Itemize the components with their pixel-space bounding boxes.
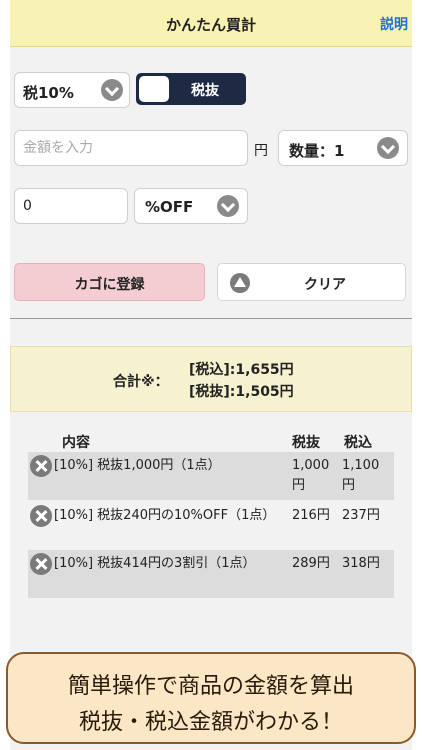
divider xyxy=(10,318,412,319)
delete-icon[interactable] xyxy=(30,455,52,477)
total-box: 合計※： [税込]:1,655円 [税抜]:1,505円 xyxy=(10,346,412,412)
calculator-app: かんたん買計 説明 税10% 税抜 円 数量：1 %OFF カゴに登録 クリア … xyxy=(10,0,412,750)
discount-type-value: %OFF xyxy=(145,198,194,216)
item-name: [10%] 税抜240円の10%OFF（1点） xyxy=(54,508,276,523)
clear-button-label: クリア xyxy=(304,277,346,293)
discount-input[interactable] xyxy=(14,188,128,224)
clear-button[interactable]: クリア xyxy=(217,263,406,301)
quantity-select[interactable]: 数量：1 xyxy=(278,130,408,166)
tax-rate-select[interactable]: 税10% xyxy=(14,72,130,108)
total-tax-included: [税込]:1,655円 xyxy=(189,362,294,378)
list-header: 内容 税抜 税込 xyxy=(10,430,412,452)
quantity-value: 数量：1 xyxy=(289,142,345,160)
item-tax-included: 237円 xyxy=(342,508,380,523)
item-tax-excluded: 216円 xyxy=(292,508,330,523)
item-name: [10%] 税抜414円の3割引（1点） xyxy=(54,556,256,571)
register-button-label: カゴに登録 xyxy=(74,277,145,293)
item-name: [10%] 税抜1,000円（1点） xyxy=(54,458,221,473)
chevron-down-icon xyxy=(101,79,123,101)
list-item: [10%] 税抜414円の3割引（1点） 289円 318円 xyxy=(28,550,394,598)
item-tax-included: 1,100 円 xyxy=(342,458,380,493)
help-link[interactable]: 説明 xyxy=(380,14,408,34)
delete-icon[interactable] xyxy=(30,505,52,527)
delete-icon[interactable] xyxy=(30,553,52,575)
banner-line-1: 簡単操作で商品の金額を算出 xyxy=(67,674,354,699)
item-tax-excluded: 289円 xyxy=(292,556,330,571)
chevron-down-icon xyxy=(217,195,239,217)
list-item: [10%] 税抜240円の10%OFF（1点） 216円 237円 xyxy=(28,502,394,548)
promo-banner: 簡単操作で商品の金額を算出 税抜・税込金額がわかる！ xyxy=(6,652,416,744)
register-button[interactable]: カゴに登録 xyxy=(14,263,205,301)
item-tax-excluded: 1,000 円 xyxy=(292,458,330,493)
total-label: 合計※： xyxy=(113,374,169,390)
tax-mode-label: 税抜 xyxy=(191,83,219,99)
discount-type-select[interactable]: %OFF xyxy=(134,188,248,224)
header-tax-included: 税込 xyxy=(344,435,372,451)
warning-icon xyxy=(230,273,250,293)
header-content: 内容 xyxy=(62,435,90,451)
banner-line-2: 税抜・税込金額がわかる！ xyxy=(78,710,343,735)
app-header: かんたん買計 説明 xyxy=(10,0,412,47)
tax-mode-toggle[interactable]: 税抜 xyxy=(136,73,246,105)
list-item: [10%] 税抜1,000円（1点） 1,000 円 1,100 円 xyxy=(28,452,394,500)
amount-input[interactable] xyxy=(14,130,248,166)
header-tax-excluded: 税抜 xyxy=(292,435,320,451)
total-tax-excluded: [税抜]:1,505円 xyxy=(189,384,294,400)
yen-unit-label: 円 xyxy=(254,143,268,159)
app-title: かんたん買計 xyxy=(165,16,256,34)
chevron-down-icon xyxy=(377,137,399,159)
toggle-knob xyxy=(139,76,169,102)
tax-rate-value: 税10% xyxy=(23,84,74,102)
item-tax-included: 318円 xyxy=(342,556,380,571)
